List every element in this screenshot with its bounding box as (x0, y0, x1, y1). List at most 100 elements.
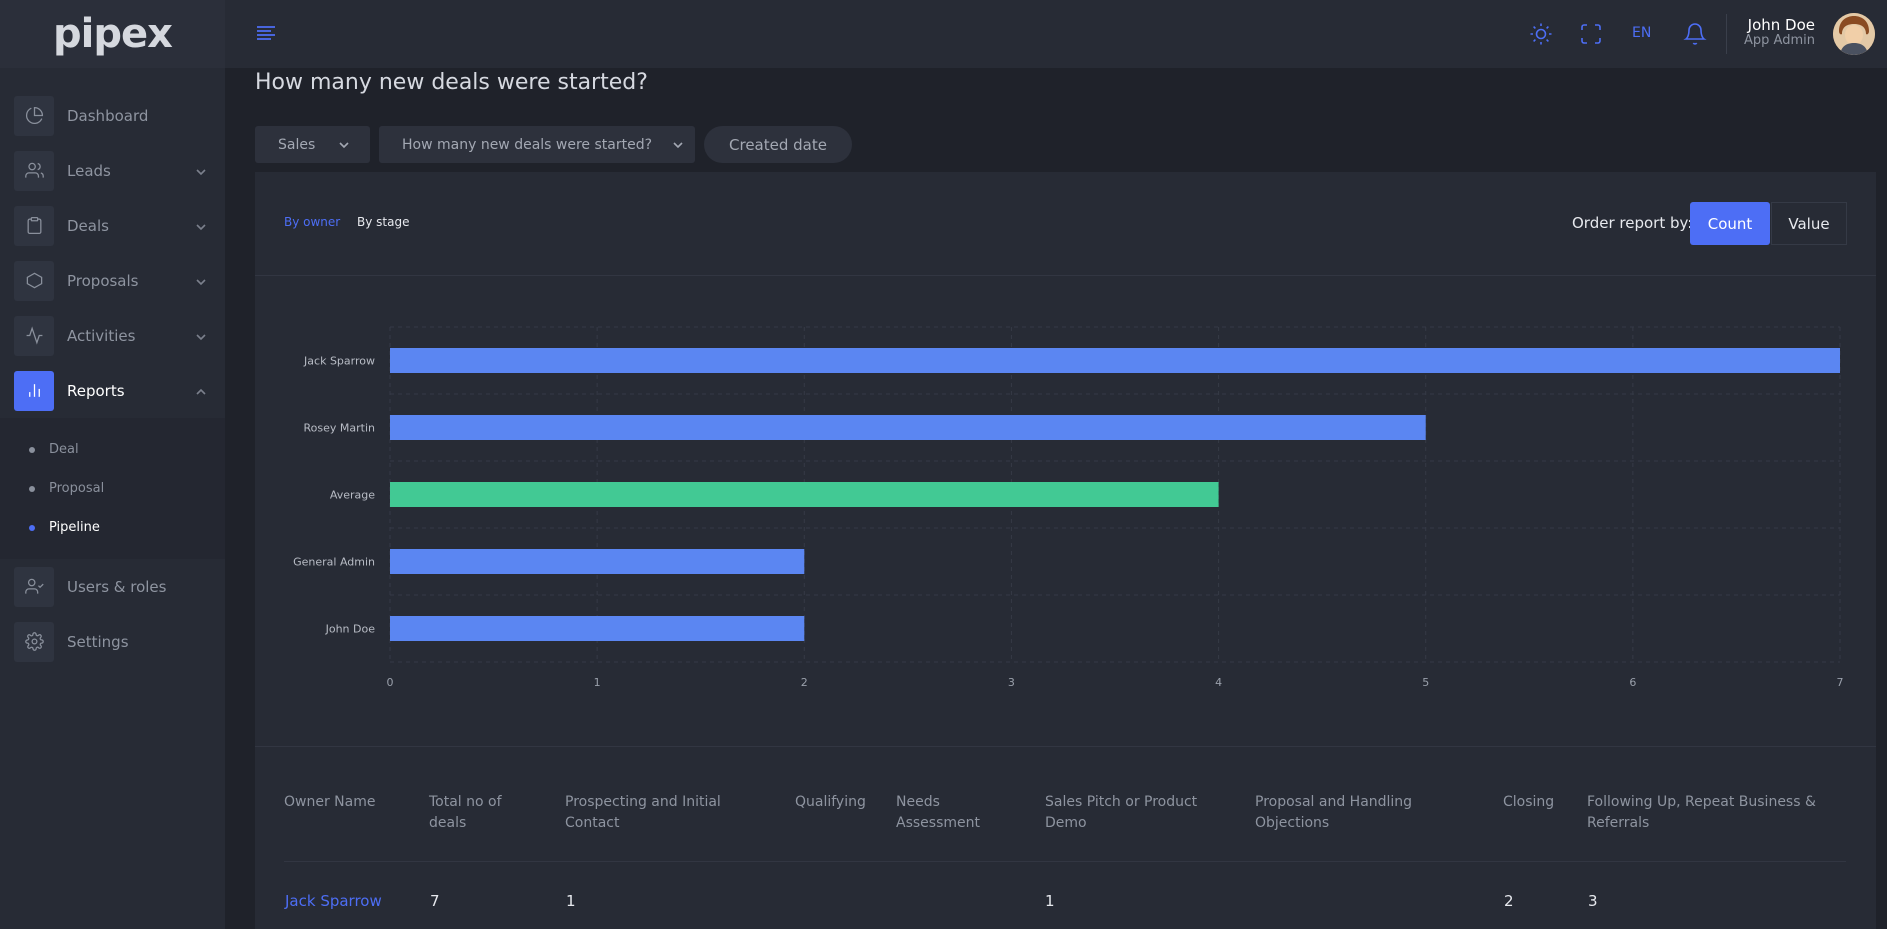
chart-area: Jack Sparrow Rosey Martin Average General A… (255, 277, 1876, 747)
bell-icon[interactable] (1681, 20, 1709, 48)
user-check-icon (14, 566, 54, 607)
chevron-down-icon (195, 218, 207, 231)
chart-category-label: John Doe (325, 623, 376, 636)
pipeline-select-value: Sales (278, 136, 316, 153)
user-role: App Admin (1744, 33, 1815, 48)
table-header-following: Following Up, Repeat Business & Referral… (1587, 794, 1816, 831)
table-header-total: Total no of deals (429, 794, 502, 831)
chart-tick-label: 7 (1837, 676, 1844, 689)
chart-bar[interactable] (390, 482, 1219, 507)
sidebar: pipex Dashboard Leads Deals Proposals Ac… (0, 0, 225, 929)
table-cell-total: 7 (430, 892, 440, 910)
logo-area: pipex (0, 0, 225, 68)
chart-bar[interactable] (390, 616, 805, 641)
chevron-up-icon (195, 383, 207, 395)
bullet-icon (29, 446, 35, 453)
sidebar-item-label: Deals (67, 216, 109, 235)
order-count-button[interactable]: Count (1690, 202, 1770, 245)
menu-toggle-icon[interactable] (255, 24, 277, 42)
submenu-item-pipeline[interactable]: Pipeline (0, 508, 225, 547)
sidebar-item-users-roles[interactable]: Users & roles (0, 559, 225, 614)
table-cell-prospecting: 1 (566, 892, 576, 910)
date-filter-label: Created date (729, 135, 827, 154)
table-header-prospecting: Prospecting and Initial Contact (565, 794, 721, 831)
chart-category-label: Jack Sparrow (303, 355, 375, 368)
sidebar-item-activities[interactable]: Activities (0, 308, 225, 363)
chart-tick-label: 5 (1422, 676, 1429, 689)
pie-chart-icon (14, 95, 54, 136)
chart-category-label: Rosey Martin (304, 422, 376, 435)
page-title: How many new deals were started? (255, 70, 648, 95)
order-value-button[interactable]: Value (1771, 202, 1847, 245)
tab-by-owner[interactable]: By owner (284, 215, 340, 229)
question-select-value: How many new deals were started? (402, 136, 653, 153)
table-header-owner: Owner Name (284, 794, 376, 810)
topbar-divider (1726, 14, 1727, 54)
chart-tick-label: 4 (1215, 676, 1222, 689)
submenu-item-proposal[interactable]: Proposal (0, 469, 225, 508)
sidebar-item-label: Activities (67, 326, 136, 345)
sidebar-item-label: Settings (67, 632, 129, 651)
clipboard-icon (14, 205, 54, 246)
tab-by-stage[interactable]: By stage (357, 215, 409, 229)
date-filter-button[interactable]: Created date (704, 126, 852, 163)
sun-icon[interactable] (1527, 20, 1555, 48)
chart-tick-label: 1 (594, 676, 601, 689)
chart-tick-label: 6 (1629, 676, 1636, 689)
topbar: EN John Doe App Admin (225, 0, 1887, 68)
table-cell-following: 3 (1588, 892, 1598, 910)
users-icon (14, 150, 54, 191)
hexagon-icon (14, 260, 54, 301)
chart-tick-label: 3 (1008, 676, 1015, 689)
sidebar-item-dashboard[interactable]: Dashboard (0, 88, 225, 143)
chart-tick-label: 0 (387, 676, 394, 689)
sidebar-item-label: Leads (67, 161, 111, 180)
reports-submenu: Deal Proposal Pipeline (0, 418, 225, 559)
language-selector[interactable]: EN (1632, 25, 1651, 41)
table-cell-owner-link[interactable]: Jack Sparrow (285, 892, 382, 910)
chart-bar[interactable] (390, 549, 805, 574)
chevron-down-icon (195, 273, 207, 286)
chevron-down-icon (338, 139, 350, 151)
report-table: Owner Name Total no of deals Prospecting… (255, 748, 1876, 929)
activity-icon (14, 315, 54, 356)
chart-bar[interactable] (390, 348, 1840, 373)
chevron-down-icon (672, 139, 684, 151)
bullet-icon (29, 524, 35, 531)
sidebar-item-label: Users & roles (67, 577, 167, 596)
fullscreen-icon[interactable] (1577, 20, 1605, 48)
bar-chart-icon (14, 370, 54, 411)
sidebar-item-label: Dashboard (67, 106, 149, 125)
sidebar-nav: Dashboard Leads Deals Proposals Activiti… (0, 68, 225, 669)
submenu-item-label: Pipeline (49, 520, 100, 535)
sidebar-item-label: Reports (67, 381, 125, 400)
submenu-item-label: Proposal (49, 481, 105, 496)
sidebar-item-reports[interactable]: Reports (0, 363, 225, 418)
sidebar-item-leads[interactable]: Leads (0, 143, 225, 198)
pipeline-select[interactable]: Sales (255, 126, 370, 163)
submenu-item-label: Deal (49, 442, 79, 457)
gear-icon (14, 621, 54, 662)
submenu-item-deal[interactable]: Deal (0, 430, 225, 469)
chevron-down-icon (195, 163, 207, 176)
chart-bar[interactable] (390, 415, 1426, 440)
table-cell-closing: 2 (1504, 892, 1514, 910)
order-report-label: Order report by: (1572, 214, 1693, 232)
sidebar-item-settings[interactable]: Settings (0, 614, 225, 669)
report-card-header: By owner By stage Order report by: Count… (255, 172, 1876, 276)
avatar[interactable] (1833, 13, 1875, 55)
report-card: By owner By stage Order report by: Count… (255, 172, 1876, 929)
question-select[interactable]: How many new deals were started? (379, 126, 695, 163)
chart-category-label: Average (330, 489, 375, 502)
table-header-closing: Closing (1503, 794, 1555, 810)
app-logo[interactable]: pipex (53, 11, 173, 57)
user-name[interactable]: John Doe (1748, 16, 1815, 34)
chart-category-label: General Admin (293, 556, 375, 569)
sidebar-item-label: Proposals (67, 271, 139, 290)
table-header-needs: Needs Assessment (896, 794, 980, 831)
sidebar-item-deals[interactable]: Deals (0, 198, 225, 253)
table-header-proposal: Proposal and Handling Objections (1255, 794, 1413, 831)
chevron-down-icon (195, 328, 207, 341)
sidebar-item-proposals[interactable]: Proposals (0, 253, 225, 308)
bar-chart: Jack Sparrow Rosey Martin Average General A… (293, 326, 1844, 689)
